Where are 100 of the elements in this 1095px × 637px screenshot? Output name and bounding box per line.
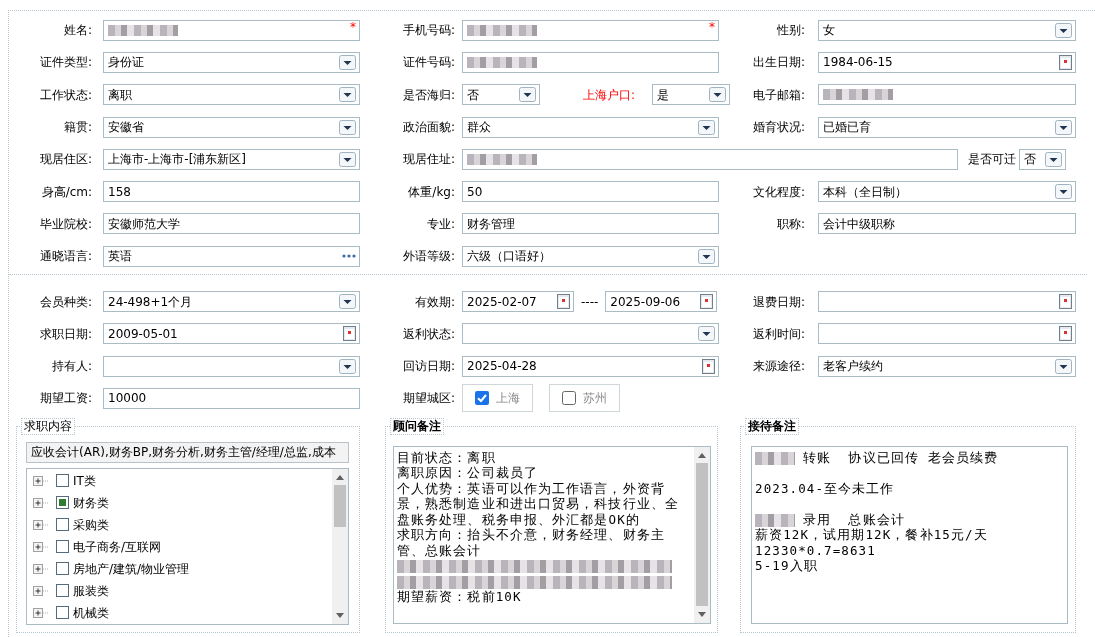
select-field[interactable]: 已婚已育 bbox=[818, 116, 1076, 138]
text-field[interactable]: 158 bbox=[103, 181, 360, 203]
note-line: 12330*0.7=8631 bbox=[755, 542, 877, 559]
select-field[interactable]: 群众 bbox=[462, 116, 719, 138]
text-field[interactable]: 会计中级职称 bbox=[818, 213, 1076, 235]
select-field[interactable]: 24-498+1个月 bbox=[103, 291, 360, 312]
field-label: 专业: bbox=[425, 215, 455, 233]
required-mark: * bbox=[709, 18, 715, 36]
expand-icon bbox=[33, 541, 49, 552]
select-field[interactable]: 否 bbox=[462, 84, 540, 106]
text-field[interactable]: * bbox=[462, 19, 719, 41]
note-line: 5-19入职 bbox=[755, 558, 819, 574]
note-line: 目前状态：离职 bbox=[397, 449, 497, 466]
note-line: 景，熟悉制造业和进出口贸易，科技行业、全 bbox=[397, 496, 680, 512]
expand-icon bbox=[33, 497, 49, 508]
field-label: 工作状态: bbox=[38, 86, 92, 104]
calendar-icon bbox=[700, 294, 714, 309]
note-line: 录用 总账会计 bbox=[803, 511, 905, 527]
selection-summary-field[interactable]: 应收会计(AR),财务BP,财务分析,财务主管/经理/总监,成本 bbox=[26, 441, 349, 463]
field-label: 期望城区: bbox=[401, 390, 455, 408]
note-line: 转账 协议已回传 老会员续费 bbox=[803, 449, 999, 465]
field-label: 是否海归: bbox=[401, 86, 455, 104]
tree-item[interactable]: 采购类 bbox=[27, 513, 332, 536]
field-label: 性别: bbox=[775, 22, 805, 40]
select-field[interactable]: 否 bbox=[1019, 148, 1066, 170]
scrollbar[interactable] bbox=[332, 468, 348, 624]
expand-icon bbox=[33, 607, 49, 618]
field-label: 来源途径: bbox=[751, 358, 805, 376]
field-label: 婚育状况: bbox=[751, 119, 805, 137]
checkbox-option[interactable]: 上海 bbox=[462, 384, 533, 413]
select-field[interactable] bbox=[462, 323, 719, 345]
text-field[interactable]: * bbox=[103, 19, 360, 41]
tree-item[interactable]: 房地产/建筑/物业管理 bbox=[27, 557, 332, 580]
date-field[interactable]: 2025-04-28 bbox=[462, 355, 719, 377]
notes-textarea[interactable]: 转账 协议已回传 老会员续费 2023.04-至今未工作 录用 总账会计 薪资12K，试用期12K，餐补15元/天 12330*0.7=8631 5-19入职 bbox=[751, 445, 1068, 624]
select-field[interactable]: 安徽省 bbox=[103, 116, 360, 138]
text-field[interactable] bbox=[462, 51, 719, 73]
field-label: 现居住址: bbox=[401, 151, 455, 169]
note-line: 盘账务处理、税务申报、外汇都是OK的 bbox=[397, 511, 641, 528]
field-label: 是否可迁 bbox=[968, 151, 1016, 169]
panel-title: 求职内容 bbox=[21, 417, 75, 435]
text-field[interactable]: 安徽师范大学 bbox=[103, 213, 360, 235]
field-label: 证件号码: bbox=[401, 54, 455, 72]
text-field[interactable]: 财务管理 bbox=[462, 213, 719, 235]
select-field[interactable]: 上海市-上海市-[浦东新区] bbox=[103, 148, 360, 170]
expand-icon bbox=[33, 585, 49, 596]
checkbox-option[interactable]: 苏州 bbox=[549, 384, 620, 413]
field-label: 文化程度: bbox=[751, 183, 805, 201]
select-field[interactable]: 是 bbox=[652, 84, 731, 106]
field-label: 外语等级: bbox=[401, 248, 455, 266]
calendar-icon bbox=[557, 294, 570, 309]
date-field[interactable]: 1984-06-15 bbox=[818, 51, 1076, 73]
range-separator: ---- bbox=[581, 293, 599, 311]
field-label: 电子邮箱: bbox=[751, 86, 805, 104]
calendar-icon bbox=[1059, 326, 1072, 342]
text-field[interactable] bbox=[462, 148, 958, 170]
select-field[interactable]: 本科（全日制） bbox=[818, 181, 1076, 203]
field-label: 通晓语言: bbox=[38, 248, 92, 266]
select-field[interactable]: 离职 bbox=[103, 84, 360, 106]
lookup-field[interactable]: 英语 bbox=[103, 245, 360, 267]
date-field[interactable] bbox=[818, 291, 1076, 312]
date-field[interactable] bbox=[818, 323, 1076, 345]
date-field[interactable]: 2009-05-01 bbox=[103, 323, 360, 345]
date-field[interactable]: 2025-02-07 bbox=[462, 291, 574, 312]
field-label: 现居住区: bbox=[38, 151, 92, 169]
note-line: 2023.04-至今未工作 bbox=[755, 480, 896, 497]
select-field[interactable]: 六级（口语好） bbox=[462, 245, 719, 267]
scrollbar[interactable] bbox=[694, 446, 710, 623]
more-icon bbox=[342, 254, 356, 259]
note-line: 管、总账会计 bbox=[397, 542, 483, 559]
tree-item[interactable]: 服装类 bbox=[27, 579, 332, 602]
select-field[interactable]: 身份证 bbox=[103, 51, 360, 73]
field-label: 持有人: bbox=[50, 358, 92, 376]
note-line: 薪资12K，试用期12K，餐补15元/天 bbox=[755, 527, 989, 543]
text-field[interactable]: 10000 bbox=[103, 387, 360, 409]
text-field[interactable]: 50 bbox=[462, 181, 719, 203]
field-label: 政治面貌: bbox=[401, 119, 455, 137]
select-field[interactable]: 女 bbox=[818, 19, 1076, 41]
select-field[interactable]: 老客户续约 bbox=[818, 355, 1076, 377]
text-field[interactable] bbox=[818, 84, 1076, 106]
tree-item[interactable]: IT类 bbox=[27, 469, 332, 492]
tree-item[interactable]: 电子商务/互联网 bbox=[27, 535, 332, 558]
field-label: 出生日期: bbox=[751, 54, 805, 72]
note-line: 离职原因：公司裁员了 bbox=[397, 465, 539, 481]
field-label: 毕业院校: bbox=[38, 215, 92, 233]
calendar-icon bbox=[343, 326, 356, 342]
field-label: 返利时间: bbox=[751, 325, 805, 343]
calendar-icon bbox=[1059, 294, 1072, 309]
field-label: 有效期: bbox=[413, 293, 455, 311]
expand-icon bbox=[33, 519, 49, 530]
field-label: 上海户口: bbox=[582, 86, 637, 104]
date-field[interactable]: 2025-09-06 bbox=[605, 291, 718, 312]
panel-title: 接待备注 bbox=[745, 417, 799, 435]
field-label: 返利状态: bbox=[401, 325, 455, 343]
tree-item[interactable]: 机械类 bbox=[27, 601, 332, 624]
notes-textarea[interactable]: 目前状态：离职 离职原因：公司裁员了 个人优势：英语可以作为工作语言，外资背 景，熟悉制造业和进出口贸易，科技行业、全 盘账务处理、税务申报、外汇都是OK的 求职方向：抬头不介意，财务经理、财务主 管、总账会计 期望薪资：税前10K bbox=[393, 445, 711, 624]
note-line: 个人优势：英语可以作为工作语言，外资背 bbox=[397, 480, 666, 497]
field-label: 籍贯: bbox=[62, 119, 92, 137]
select-field[interactable] bbox=[103, 355, 360, 377]
tree-item[interactable]: 财务类 bbox=[27, 491, 332, 514]
